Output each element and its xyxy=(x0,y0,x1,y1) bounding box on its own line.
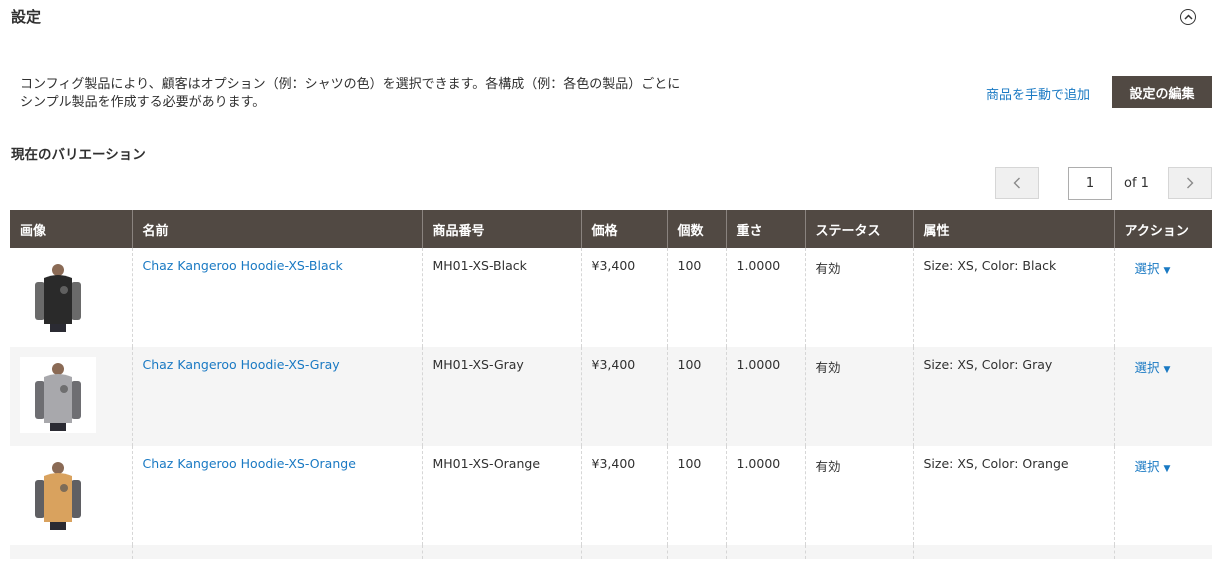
product-name-link[interactable]: Chaz Kangeroo Hoodie-XS-Gray xyxy=(143,357,340,372)
caret-down-icon: ▼ xyxy=(1163,464,1171,474)
caret-down-icon: ▼ xyxy=(1163,365,1171,375)
current-variations-title: 現在のバリエーション xyxy=(11,147,146,163)
action-label: 選択 xyxy=(1134,261,1160,276)
configurations-panel: 設定 コンフィグ製品により、顧客はオプション（例：シャツの色）を選択できます。各… xyxy=(0,0,1227,561)
qty-cell: 100 xyxy=(666,248,726,347)
weight-cell: 1.0000 xyxy=(725,248,805,347)
weight-cell: 1.0000 xyxy=(725,446,805,545)
pager-page-input[interactable] xyxy=(1068,167,1112,200)
table-row: Chaz Kangeroo Hoodie-XS-Orange MH01-XS-O… xyxy=(10,446,1212,545)
intro-line-2: シンプル製品を作成する必要があります。 xyxy=(20,95,266,110)
product-image-cell[interactable] xyxy=(10,446,132,545)
collapse-button[interactable] xyxy=(1180,9,1196,25)
column-header-attributes[interactable]: 属性 xyxy=(912,210,1114,248)
qty-cell: 100 xyxy=(666,347,726,446)
status-cell: 有効 xyxy=(804,446,913,545)
product-name-link[interactable]: Chaz Kangeroo Hoodie-XS-Orange xyxy=(143,456,356,471)
row-action-select[interactable]: 選択 ▼ xyxy=(1125,459,1171,474)
price-cell: ¥3,400 xyxy=(580,347,667,446)
column-header-action[interactable]: アクション xyxy=(1113,210,1212,248)
table-row: Chaz Kangeroo Hoodie-XS-Gray MH01-XS-Gra… xyxy=(10,347,1212,446)
table-header-row: 画像 名前 商品番号 価格 個数 重さ ステータス 属性 アクション xyxy=(10,210,1212,248)
price-cell: ¥3,400 xyxy=(580,248,667,347)
chevron-up-icon xyxy=(1183,14,1193,20)
variations-table: 画像 名前 商品番号 価格 個数 重さ ステータス 属性 アクション Chaz … xyxy=(10,210,1212,559)
intro-line-1: コンフィグ製品により、顧客はオプション（例：シャツの色）を選択できます。各構成（… xyxy=(20,77,681,92)
attributes-cell: Size: XS, Color: Gray xyxy=(912,347,1114,446)
status-cell: 有効 xyxy=(804,248,913,347)
column-header-name[interactable]: 名前 xyxy=(131,210,422,248)
table-row: Chaz Kangeroo Hoodie-XS-Black MH01-XS-Bl… xyxy=(10,248,1212,347)
chevron-right-icon xyxy=(1187,177,1194,189)
sku-cell: MH01-XS-Orange xyxy=(421,446,581,545)
action-label: 選択 xyxy=(1134,360,1160,375)
pager-prev-button[interactable] xyxy=(995,167,1039,199)
section-title: 設定 xyxy=(11,8,42,26)
product-thumbnail[interactable] xyxy=(20,258,96,334)
column-header-weight[interactable]: 重さ xyxy=(725,210,805,248)
sku-cell: MH01-XS-Black xyxy=(421,248,581,347)
add-products-manually-link[interactable]: 商品を手動で追加 xyxy=(986,84,1090,103)
column-header-sku[interactable]: 商品番号 xyxy=(421,210,581,248)
attributes-cell: Size: XS, Color: Orange xyxy=(912,446,1114,545)
row-action-select[interactable]: 選択 ▼ xyxy=(1125,360,1171,375)
pager-next-button[interactable] xyxy=(1168,167,1212,199)
action-label: 選択 xyxy=(1134,459,1160,474)
product-thumbnail[interactable] xyxy=(20,357,96,433)
caret-down-icon: ▼ xyxy=(1163,266,1171,276)
qty-cell: 100 xyxy=(666,446,726,545)
weight-cell: 1.0000 xyxy=(725,347,805,446)
chevron-left-icon xyxy=(1013,177,1020,189)
column-header-image[interactable]: 画像 xyxy=(10,210,132,248)
column-header-price[interactable]: 価格 xyxy=(580,210,667,248)
attributes-cell: Size: XS, Color: Black xyxy=(912,248,1114,347)
edit-configurations-button[interactable]: 設定の編集 xyxy=(1112,76,1212,108)
column-header-status[interactable]: ステータス xyxy=(804,210,913,248)
price-cell: ¥3,400 xyxy=(580,446,667,545)
status-cell: 有効 xyxy=(804,347,913,446)
product-thumbnail[interactable] xyxy=(20,456,96,532)
sku-cell: MH01-XS-Gray xyxy=(421,347,581,446)
intro-text: コンフィグ製品により、顧客はオプション（例：シャツの色）を選択できます。各構成（… xyxy=(20,76,760,112)
table-row xyxy=(10,545,1212,559)
product-image-cell[interactable] xyxy=(10,347,132,446)
product-image-cell[interactable] xyxy=(10,248,132,347)
pager-total-label: of 1 xyxy=(1124,176,1149,191)
column-header-qty[interactable]: 個数 xyxy=(666,210,726,248)
product-name-link[interactable]: Chaz Kangeroo Hoodie-XS-Black xyxy=(143,258,343,273)
row-action-select[interactable]: 選択 ▼ xyxy=(1125,261,1171,276)
